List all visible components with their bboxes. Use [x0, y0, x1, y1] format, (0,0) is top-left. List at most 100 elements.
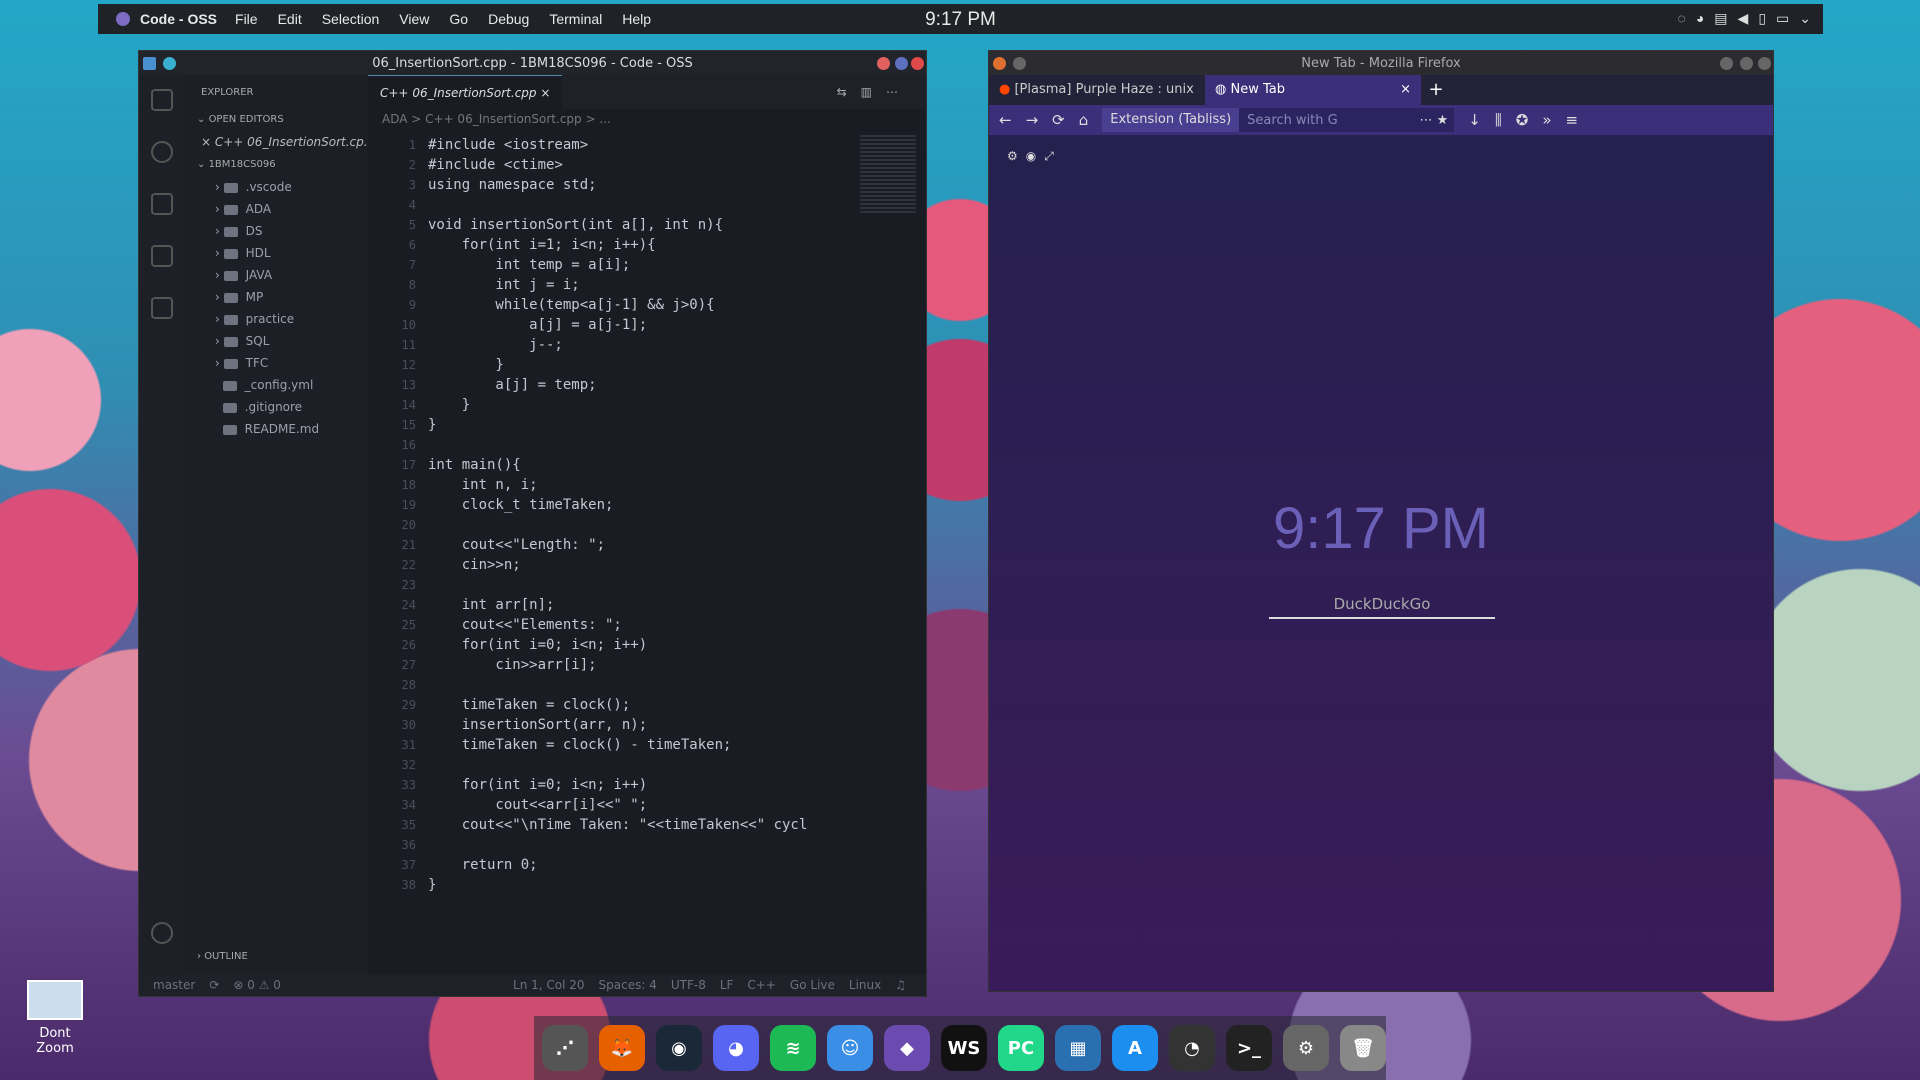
file-tree-item[interactable]: › ADA: [185, 198, 368, 220]
file-tree-item[interactable]: › practice: [185, 308, 368, 330]
windows-icon[interactable]: ▦: [1055, 1025, 1101, 1071]
chevron-down-icon[interactable]: ⌄: [1799, 10, 1811, 27]
appstore-icon[interactable]: A: [1112, 1025, 1158, 1071]
file-tree-item[interactable]: › JAVA: [185, 264, 368, 286]
new-tab-button[interactable]: +: [1421, 75, 1451, 105]
line-number: 7: [408, 258, 416, 272]
panel-clock[interactable]: 9:17 PM: [98, 9, 1823, 31]
extension-icon[interactable]: ✪: [1516, 111, 1529, 129]
open-editors-section[interactable]: ⌄ OPEN EDITORS: [185, 108, 368, 131]
close-button[interactable]: [1758, 57, 1771, 70]
launcher-icon[interactable]: ⋰: [542, 1025, 588, 1071]
close-button[interactable]: [911, 57, 924, 70]
close-tab-icon[interactable]: ×: [1400, 75, 1411, 105]
bulb-icon[interactable]: ◌: [1678, 10, 1686, 27]
vscodium-icon[interactable]: ◆: [884, 1025, 930, 1071]
line-number: 23: [401, 578, 416, 592]
battery-icon[interactable]: ▯: [1758, 10, 1766, 27]
pycharm-icon[interactable]: PC: [998, 1025, 1044, 1071]
sync-icon[interactable]: ⟳: [209, 978, 219, 992]
firefox-logo-icon[interactable]: [993, 57, 1006, 70]
library-icon[interactable]: ⫼: [1495, 111, 1502, 129]
extensions-icon[interactable]: [151, 297, 173, 319]
discord-icon[interactable]: ◕: [713, 1025, 759, 1071]
bell-icon[interactable]: ♫: [895, 978, 906, 992]
pin-icon[interactable]: [163, 57, 176, 70]
cursor-position[interactable]: Ln 1, Col 20: [513, 978, 585, 992]
outline-section[interactable]: › OUTLINE: [185, 945, 260, 968]
file-tree-item[interactable]: README.md: [185, 418, 368, 440]
home-icon[interactable]: ⌂: [1079, 111, 1089, 129]
open-editor-item[interactable]: × C++ 06_InsertionSort.cp...: [185, 131, 368, 153]
minimize-button[interactable]: [1720, 57, 1733, 70]
file-tree-item[interactable]: › HDL: [185, 242, 368, 264]
tab-new-tab[interactable]: ◍ New Tab ×: [1205, 75, 1421, 105]
url-bar[interactable]: Extension (Tabliss) Search with G ⋯ ★: [1102, 108, 1455, 132]
download-icon[interactable]: ↓: [1468, 111, 1481, 129]
window-menu-icon[interactable]: [143, 57, 156, 70]
terminal-icon[interactable]: >_: [1226, 1025, 1272, 1071]
debug-icon[interactable]: [151, 245, 173, 267]
search-icon[interactable]: [151, 141, 173, 163]
display-icon[interactable]: ▭: [1776, 10, 1789, 27]
hamburger-menu-icon[interactable]: ≡: [1566, 111, 1579, 129]
language-status[interactable]: C++: [747, 978, 776, 992]
file-tree-item[interactable]: .gitignore: [185, 396, 368, 418]
firefox-tab-icon: ◍: [1215, 82, 1227, 97]
source-control-icon[interactable]: [151, 193, 173, 215]
finder-icon[interactable]: ☺: [827, 1025, 873, 1071]
maximize-button[interactable]: [895, 57, 908, 70]
encoding-status[interactable]: UTF-8: [671, 978, 706, 992]
forward-icon[interactable]: →: [1026, 111, 1039, 129]
reload-icon[interactable]: ⟳: [1052, 111, 1065, 129]
line-number: 33: [401, 778, 416, 792]
status-bar: master ⟳ ⊗ 0 ⚠ 0 Ln 1, Col 20 Spaces: 4 …: [139, 974, 926, 996]
steam-icon[interactable]: ◉: [656, 1025, 702, 1071]
code-editor[interactable]: 1 #include <iostream> 2 #include <ctime> 3 us…: [368, 129, 856, 974]
page-actions-icon[interactable]: ⋯ ★: [1419, 113, 1454, 128]
vscode-titlebar[interactable]: 06_InsertionSort.cpp - 1BM18CS096 - Code…: [139, 51, 926, 75]
eol-status[interactable]: LF: [720, 978, 734, 992]
line-number: 3: [408, 178, 416, 192]
problems-status[interactable]: ⊗ 0 ⚠ 0: [233, 978, 281, 992]
indent-status[interactable]: Spaces: 4: [599, 978, 657, 992]
file-tree-item[interactable]: › .vscode: [185, 176, 368, 198]
settings-icon[interactable]: ⚙: [1283, 1025, 1329, 1071]
maximize-button[interactable]: [1740, 57, 1753, 70]
gear-icon[interactable]: [151, 922, 173, 944]
minimize-button[interactable]: [877, 57, 890, 70]
firefox-titlebar[interactable]: New Tab - Mozilla Firefox: [989, 51, 1773, 75]
file-tree-item[interactable]: › DS: [185, 220, 368, 242]
spotify-icon[interactable]: ≋: [770, 1025, 816, 1071]
file-tree-item[interactable]: _config.yml: [185, 374, 368, 396]
line-number: 10: [401, 318, 416, 332]
explorer-icon[interactable]: [151, 89, 173, 111]
extension-badge[interactable]: Extension (Tabliss): [1102, 108, 1240, 132]
tab-insertion-sort[interactable]: C++ 06_InsertionSort.cpp ×: [368, 75, 563, 109]
clipboard-icon[interactable]: ▤: [1714, 10, 1727, 27]
file-tree-item[interactable]: › MP: [185, 286, 368, 308]
webstorm-icon[interactable]: WS: [941, 1025, 987, 1071]
breadcrumb[interactable]: ADA > C++ 06_InsertionSort.cpp > ...: [368, 109, 926, 129]
firefox-icon[interactable]: 🦊: [599, 1025, 645, 1071]
discord-tray-icon[interactable]: ◕: [1696, 10, 1704, 27]
trash-icon[interactable]: 🗑: [1340, 1025, 1386, 1071]
line-number: 14: [401, 398, 416, 412]
desktop-icon[interactable]: Dont Zoom: [22, 980, 88, 1056]
file-tree-item[interactable]: › SQL: [185, 330, 368, 352]
branch-status[interactable]: master: [153, 978, 195, 992]
workspace-section[interactable]: ⌄ 1BM18CS096: [185, 153, 368, 176]
overflow-icon[interactable]: »: [1542, 111, 1551, 129]
os-status[interactable]: Linux: [849, 978, 881, 992]
volume-icon[interactable]: ◀: [1738, 10, 1749, 27]
speedometer-icon[interactable]: ◔: [1169, 1025, 1215, 1071]
minimap[interactable]: [860, 135, 916, 215]
file-tree-item[interactable]: › TFC: [185, 352, 368, 374]
duckduckgo-search[interactable]: DuckDuckGo: [1269, 595, 1495, 619]
pin-icon[interactable]: [1013, 57, 1026, 70]
tab-reddit[interactable]: ● [Plasma] Purple Haze : unix: [989, 75, 1205, 105]
go-live-button[interactable]: Go Live: [790, 978, 835, 992]
back-icon[interactable]: ←: [999, 111, 1012, 129]
tabliss-controls[interactable]: ⚙◉⤢: [1007, 149, 1062, 164]
editor-actions[interactable]: ⇆▥⋯: [837, 85, 926, 99]
